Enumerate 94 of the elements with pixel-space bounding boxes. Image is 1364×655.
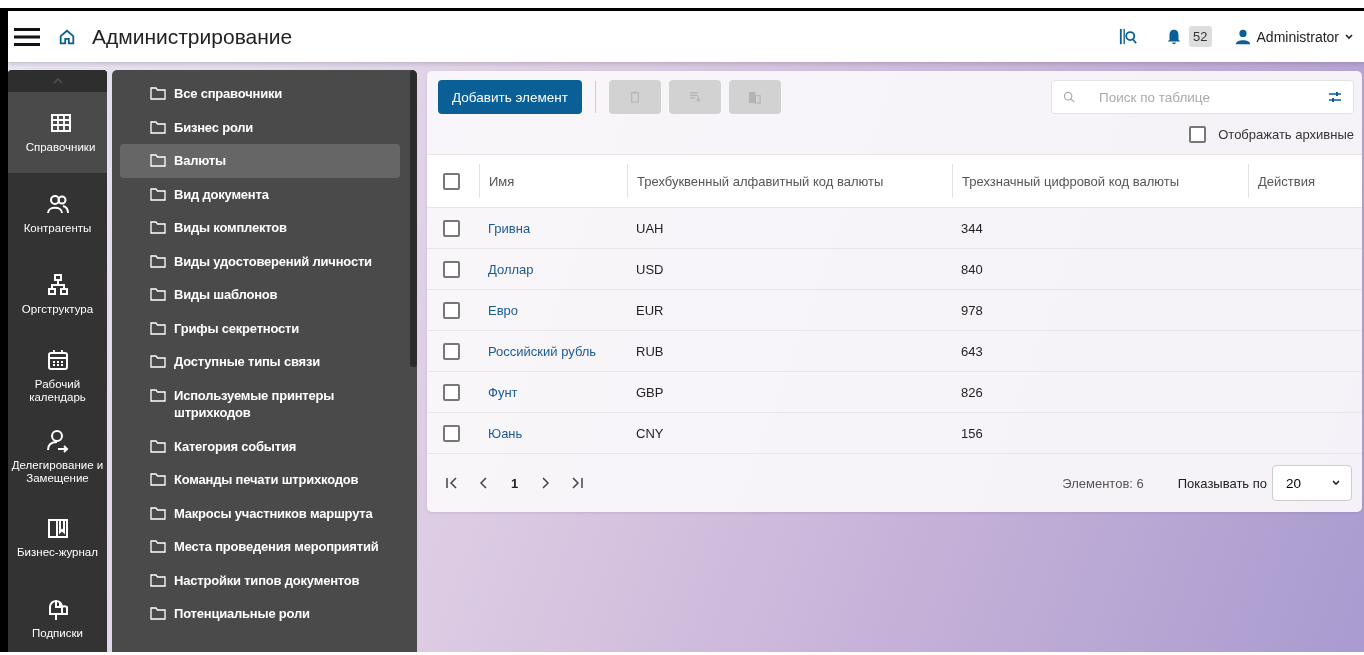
page-size-label: Показывать по [1177, 475, 1267, 491]
folder-icon [150, 354, 166, 368]
catalog-item[interactable]: Вид документа [120, 177, 400, 211]
person-arrow-icon [45, 429, 70, 454]
nav-item[interactable]: Делегирование и Замещение [8, 416, 107, 497]
checkbox-label: Отображать архивные [1218, 127, 1354, 142]
folder-icon [150, 387, 166, 402]
catalog-item[interactable]: Потенциальные роли [120, 597, 400, 631]
catalog-item[interactable]: Валюты [120, 144, 400, 178]
row-checkbox[interactable] [443, 383, 460, 401]
name-link[interactable]: Фунт [488, 384, 518, 400]
trash-icon [629, 91, 640, 103]
item-count: Элементов: 6 [1062, 475, 1144, 491]
folder-icon [150, 572, 166, 587]
column-header[interactable]: Трехзначный цифровой код валюты [952, 164, 1248, 198]
folder-icon [150, 438, 166, 453]
folder-icon [150, 86, 166, 100]
search-field[interactable]: Поиск по таблице [1051, 80, 1354, 114]
nav-item[interactable]: Справочники [8, 92, 107, 173]
table-cell-text: UAH [635, 220, 665, 236]
nav-item[interactable]: Контрагенты [8, 173, 107, 254]
column-header[interactable]: Трехбуквенный алфавитный код валюты [627, 164, 952, 198]
add-element-button[interactable]: Добавить элемент [438, 80, 582, 114]
catalog-item[interactable]: Виды шаблонов [120, 278, 400, 312]
chevron-up-icon [52, 78, 63, 84]
catalog-item[interactable]: Используемые принтеры штрихкодов [120, 378, 400, 430]
name-link[interactable]: Евро [488, 302, 519, 318]
catalog-item[interactable]: Настройки типов документов [120, 563, 400, 597]
folder-icon [150, 186, 166, 201]
catalog-item[interactable]: Виды комплектов [120, 211, 400, 245]
table-cell-text: 978 [960, 302, 984, 318]
list-arrow-icon [688, 92, 701, 102]
chevron-down-icon [1344, 31, 1354, 42]
row-checkbox[interactable] [443, 260, 460, 278]
catalog-item[interactable]: Команды печати штрихкодов [120, 463, 400, 497]
user-menu[interactable]: Administrator [1233, 27, 1354, 46]
building-icon [748, 90, 762, 104]
catalog-item[interactable]: Доступные типы связи [120, 345, 400, 379]
row-checkbox[interactable] [443, 424, 460, 442]
row-checkbox[interactable] [443, 219, 460, 237]
nav-item[interactable]: Подписки [8, 578, 107, 652]
chevron-down-icon [1331, 478, 1341, 488]
table-cell-text: USD [635, 261, 665, 277]
page-number[interactable]: 1 [511, 475, 519, 491]
table-cell-text: 643 [960, 343, 984, 359]
nav-item[interactable]: Бизнес-журнал [8, 497, 107, 578]
catalog-item[interactable]: Все справочники [120, 77, 400, 111]
catalog-item[interactable]: Категория события [120, 429, 400, 463]
row-checkbox[interactable] [443, 301, 460, 319]
page-title: Администрирование [92, 24, 293, 49]
book-icon [45, 516, 70, 541]
first-page-icon [445, 476, 459, 490]
nav-item[interactable]: Рабочий календарь [8, 335, 107, 416]
folder-icon [150, 119, 166, 134]
name-link[interactable]: Гривна [488, 220, 531, 236]
name-link[interactable]: Юань [488, 425, 523, 441]
user-icon [1233, 27, 1252, 46]
table-cell-text: 826 [960, 384, 984, 400]
folder-icon [150, 220, 166, 234]
catalog-item[interactable]: Грифы секретности [120, 311, 400, 345]
table-cell-text: GBP [635, 384, 665, 400]
catalog-item[interactable]: Места проведения мероприятий [120, 530, 400, 564]
table-cell-text: 156 [960, 425, 984, 441]
select-all-checkbox[interactable] [443, 172, 460, 190]
checkbox[interactable] [1189, 126, 1207, 143]
catalog-item[interactable]: Виды удостоверений личности [120, 244, 400, 278]
page-size-select[interactable]: 20 [1272, 465, 1352, 501]
last-page-icon [570, 476, 585, 490]
column-header[interactable]: Действия [1248, 164, 1362, 198]
table-cell-text: EUR [635, 302, 665, 318]
folder-icon [150, 606, 166, 620]
org-chart-icon [45, 273, 70, 298]
name-link[interactable]: Доллар [488, 261, 534, 277]
column-header[interactable]: Имя [479, 164, 627, 198]
folder-icon [150, 287, 166, 301]
scrollbar-thumb[interactable] [410, 70, 417, 367]
nav-item[interactable]: Оргструктура [8, 254, 107, 335]
row-checkbox[interactable] [443, 342, 460, 360]
folder-icon [150, 505, 166, 520]
table-cell-text: RUB [635, 343, 665, 359]
notification-count: 52 [1189, 26, 1212, 47]
folder-icon [150, 253, 166, 268]
filter-sliders-icon [1328, 91, 1342, 103]
table-cell-text: 344 [960, 220, 984, 236]
table-cell-text: CNY [635, 425, 665, 441]
catalog-item[interactable]: Макросы участников маршрута [120, 496, 400, 530]
folder-icon [150, 539, 166, 553]
calendar-icon [45, 348, 70, 373]
name-link[interactable]: Российский рубль [488, 343, 597, 359]
folder-icon [150, 472, 166, 486]
folder-icon [150, 153, 166, 167]
catalog-item[interactable]: Бизнес роли [120, 110, 400, 144]
folder-icon [150, 320, 166, 335]
table-cell-text: 840 [960, 261, 984, 277]
